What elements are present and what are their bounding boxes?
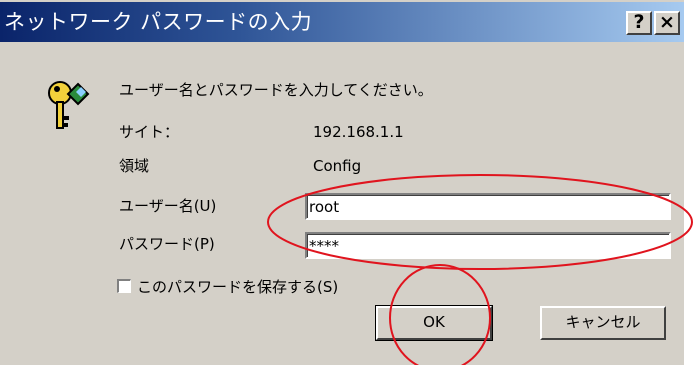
username-label: ユーザー名(U)	[119, 197, 217, 215]
save-password-checkbox[interactable]	[117, 279, 131, 293]
close-button[interactable]: ×	[654, 11, 680, 35]
realm-value: Config	[313, 157, 362, 175]
prompt-text: ユーザー名とパスワードを入力してください。	[119, 81, 433, 99]
password-label: パスワード(P)	[119, 235, 215, 253]
save-password-label[interactable]: このパスワードを保存する(S)	[137, 277, 338, 297]
password-dialog: ネットワーク パスワードの入力 ? × ユーザー名とパスワードを入力してください…	[0, 0, 693, 365]
cancel-button[interactable]: キャンセル	[540, 306, 666, 340]
help-button[interactable]: ?	[626, 11, 652, 35]
window-edge	[684, 0, 693, 365]
site-value: 192.168.1.1	[313, 123, 404, 141]
window-title: ネットワーク パスワードの入力	[4, 10, 313, 34]
title-bar[interactable]: ネットワーク パスワードの入力 ? ×	[0, 2, 684, 42]
site-label: サイト：	[119, 123, 180, 141]
password-field[interactable]	[305, 232, 671, 259]
realm-label: 領域	[119, 157, 150, 175]
keys-icon	[48, 81, 90, 129]
username-field[interactable]	[305, 193, 671, 220]
ok-button[interactable]: OK	[375, 305, 493, 341]
